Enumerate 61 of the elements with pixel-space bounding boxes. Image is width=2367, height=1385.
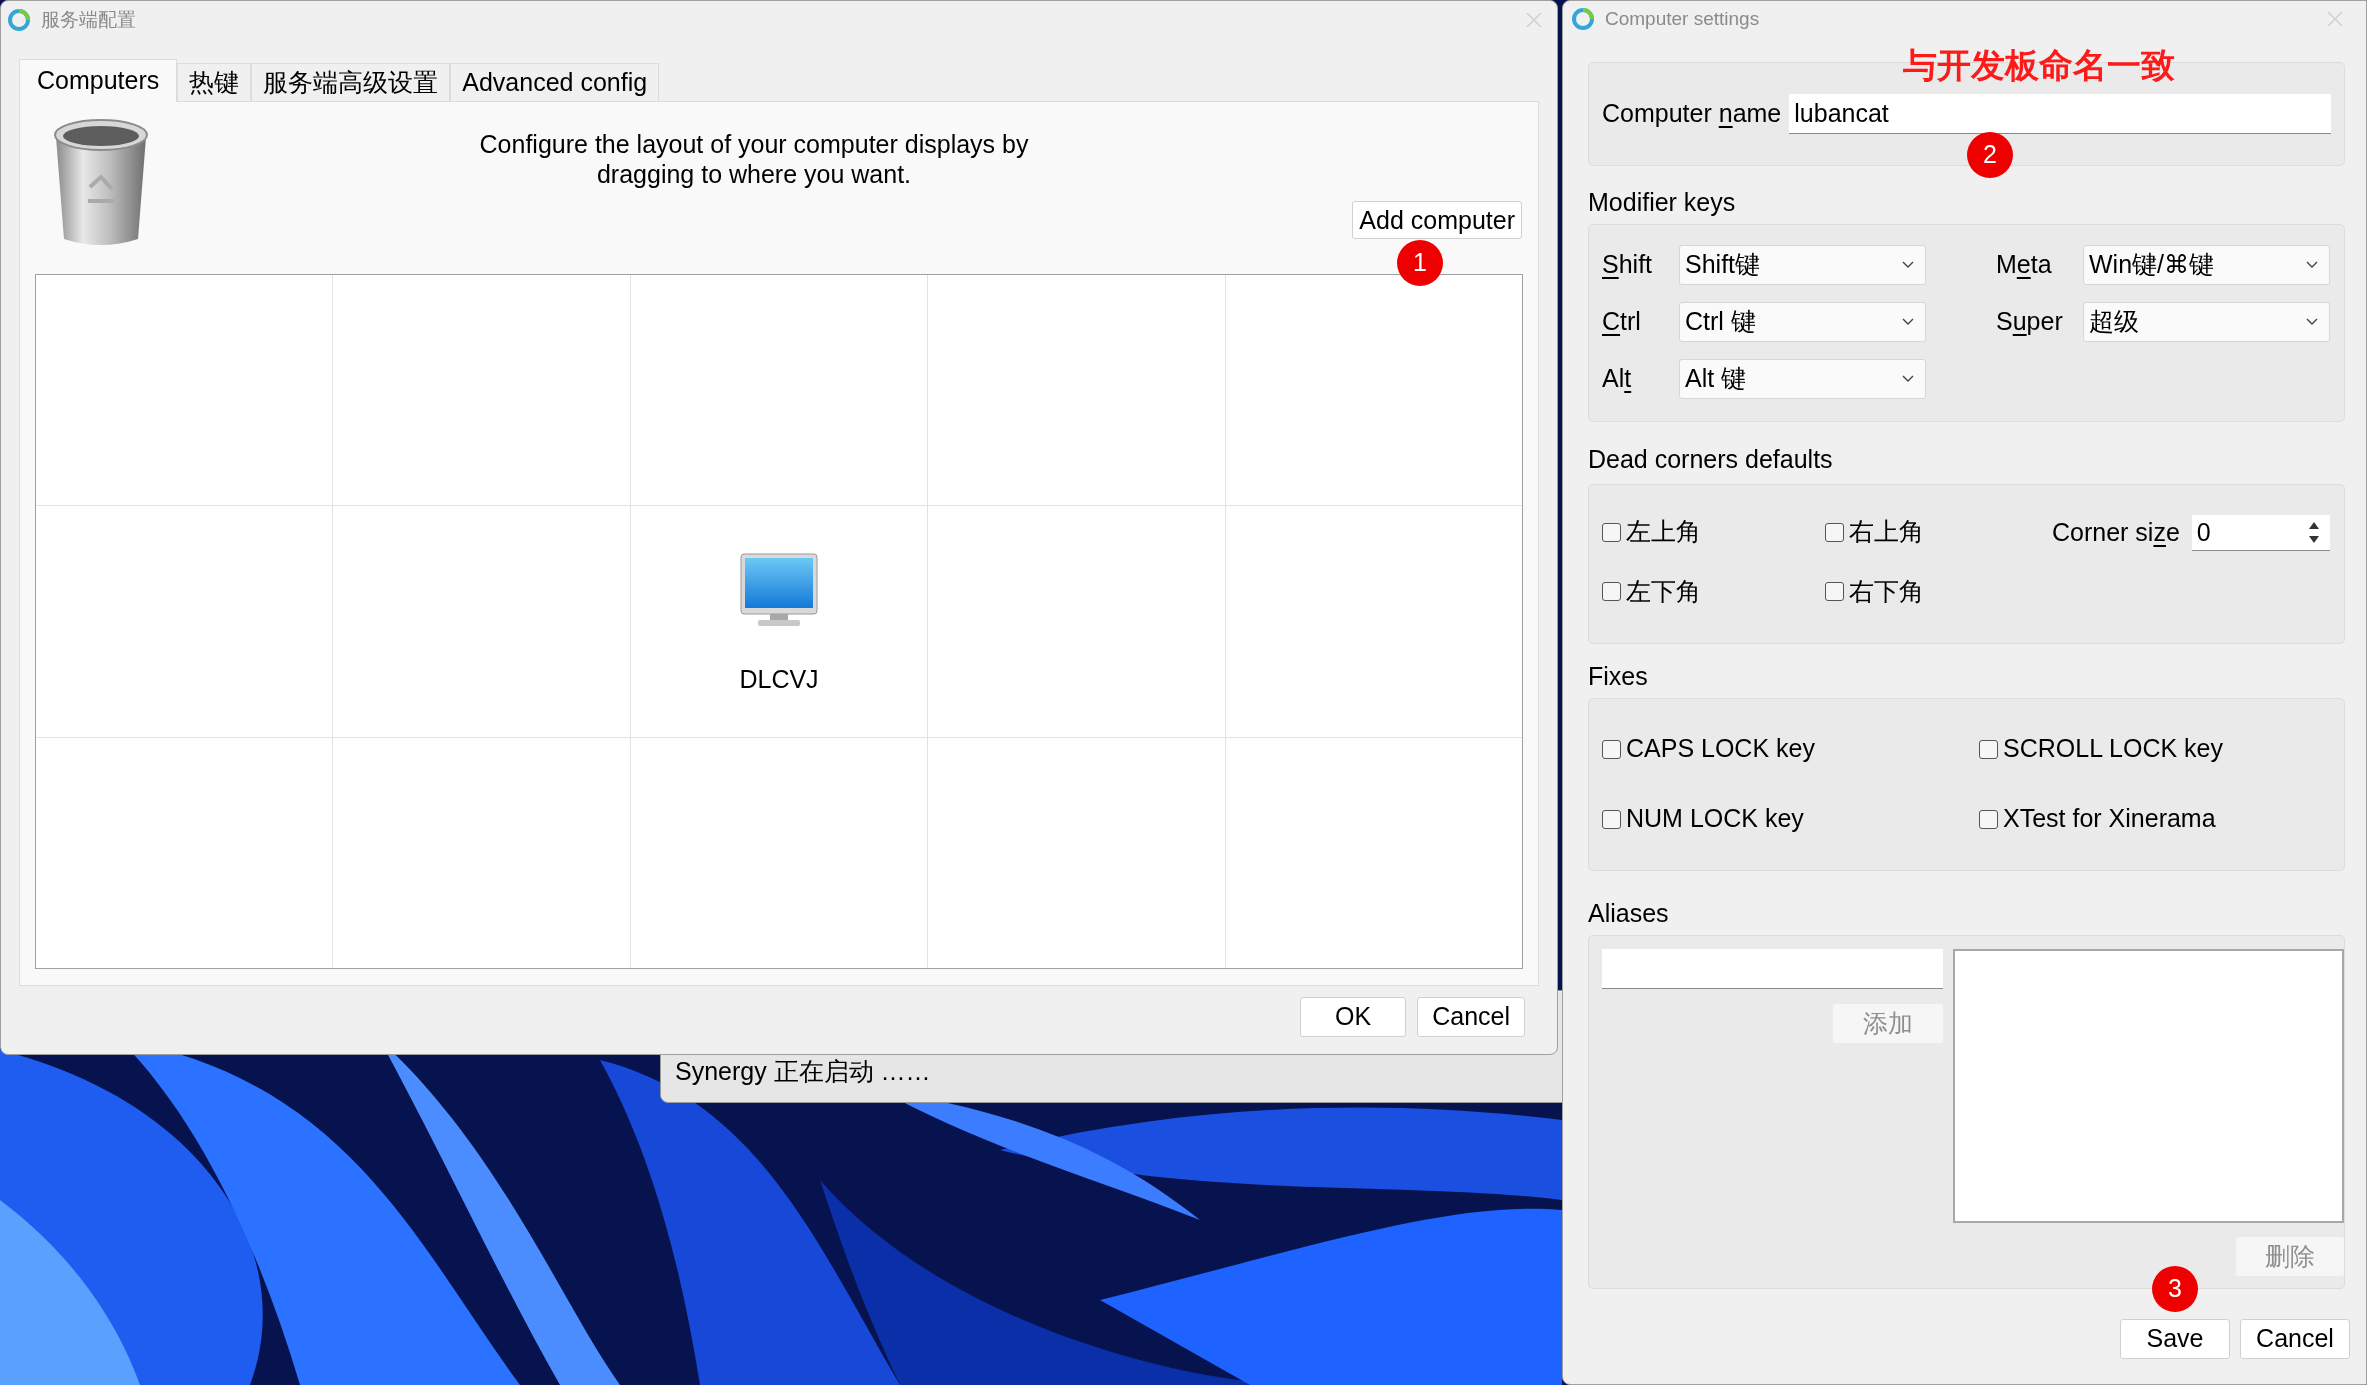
status-message: Synergy 正在启动 …… xyxy=(675,1055,931,1087)
trash-can-icon xyxy=(52,117,150,247)
checkbox-label: 左上角 xyxy=(1626,516,1701,548)
field-label: Corner size xyxy=(2052,517,2180,548)
chevron-down-icon xyxy=(2306,261,2318,269)
tab[interactable]: 服务端高级设置 xyxy=(251,63,451,101)
dropdown[interactable]: Ctrl 键 xyxy=(1679,302,1926,342)
dialog-button[interactable]: Save xyxy=(2120,1319,2230,1359)
checkbox[interactable] xyxy=(1602,582,1621,601)
add-computer-button[interactable]: Add computer xyxy=(1352,201,1522,239)
dialog-button[interactable]: Cancel xyxy=(1417,997,1525,1037)
field-label: Ctrl xyxy=(1602,306,1642,338)
checkbox[interactable] xyxy=(1825,582,1844,601)
computer-name-field[interactable]: lubancat xyxy=(1789,94,2331,134)
field-label: Meta xyxy=(1996,249,2053,281)
monitor-icon xyxy=(740,552,818,627)
instruction-text: Configure the layout of your computer displays by dragging to where you want. xyxy=(478,129,1030,189)
checkbox-label: CAPS LOCK key xyxy=(1626,733,1815,765)
checkbox-label: 左下角 xyxy=(1626,575,1701,607)
chevron-down-icon xyxy=(1902,318,1914,326)
tab[interactable]: Advanced config xyxy=(450,63,660,101)
dialog-button[interactable]: OK xyxy=(1300,997,1407,1037)
chevron-down-icon xyxy=(1902,261,1914,269)
dropdown[interactable]: 超级 xyxy=(2083,302,2330,342)
dialog-button[interactable]: Cancel xyxy=(2240,1319,2350,1359)
checkbox-label: 右上角 xyxy=(1849,516,1924,548)
checkbox-label: 右下角 xyxy=(1849,575,1924,607)
checkbox-label: NUM LOCK key xyxy=(1626,803,1804,835)
caret-down-icon xyxy=(2308,536,2319,543)
checkbox[interactable] xyxy=(1602,809,1621,829)
alias-input-field[interactable] xyxy=(1602,949,1943,989)
section-heading: Modifier keys xyxy=(1588,187,1737,218)
section-heading: Fixes xyxy=(1588,661,1649,692)
window-title: Computer settings xyxy=(1605,6,1760,31)
chevron-down-icon xyxy=(2306,318,2318,326)
window-title: 服务端配置 xyxy=(41,7,136,32)
computer-label: DLCVJ xyxy=(739,663,819,695)
section-heading: Dead corners defaults xyxy=(1588,444,1834,475)
section-heading: Aliases xyxy=(1588,898,1670,929)
checkbox[interactable] xyxy=(1979,739,1998,759)
caret-up-icon xyxy=(2308,522,2319,529)
field-label: Computer name xyxy=(1602,98,1782,130)
checkbox[interactable] xyxy=(1825,522,1844,542)
annotation-text: 与开发板命名一致 xyxy=(1903,45,2175,86)
checkbox[interactable] xyxy=(1602,522,1621,542)
app-icon xyxy=(7,8,31,32)
field-label: Shift xyxy=(1602,249,1654,281)
tab[interactable]: Computers xyxy=(19,59,178,102)
checkbox-label: XTest for Xinerama xyxy=(2003,803,2216,835)
dropdown[interactable]: Alt 键 xyxy=(1679,359,1926,399)
chevron-down-icon xyxy=(1902,375,1914,383)
checkbox[interactable] xyxy=(1979,809,1998,829)
tab[interactable]: 热键 xyxy=(177,63,252,101)
field-label: Alt xyxy=(1602,363,1633,395)
corner-size-field[interactable]: 0 xyxy=(2191,515,2300,551)
checkbox-label: SCROLL LOCK key xyxy=(2003,733,2223,765)
dropdown[interactable]: Win键/⌘键 xyxy=(2083,245,2330,285)
checkbox[interactable] xyxy=(1602,739,1621,759)
field-label: Super xyxy=(1996,306,2064,338)
app-icon xyxy=(1571,7,1595,31)
dropdown[interactable]: Shift键 xyxy=(1679,245,1926,285)
